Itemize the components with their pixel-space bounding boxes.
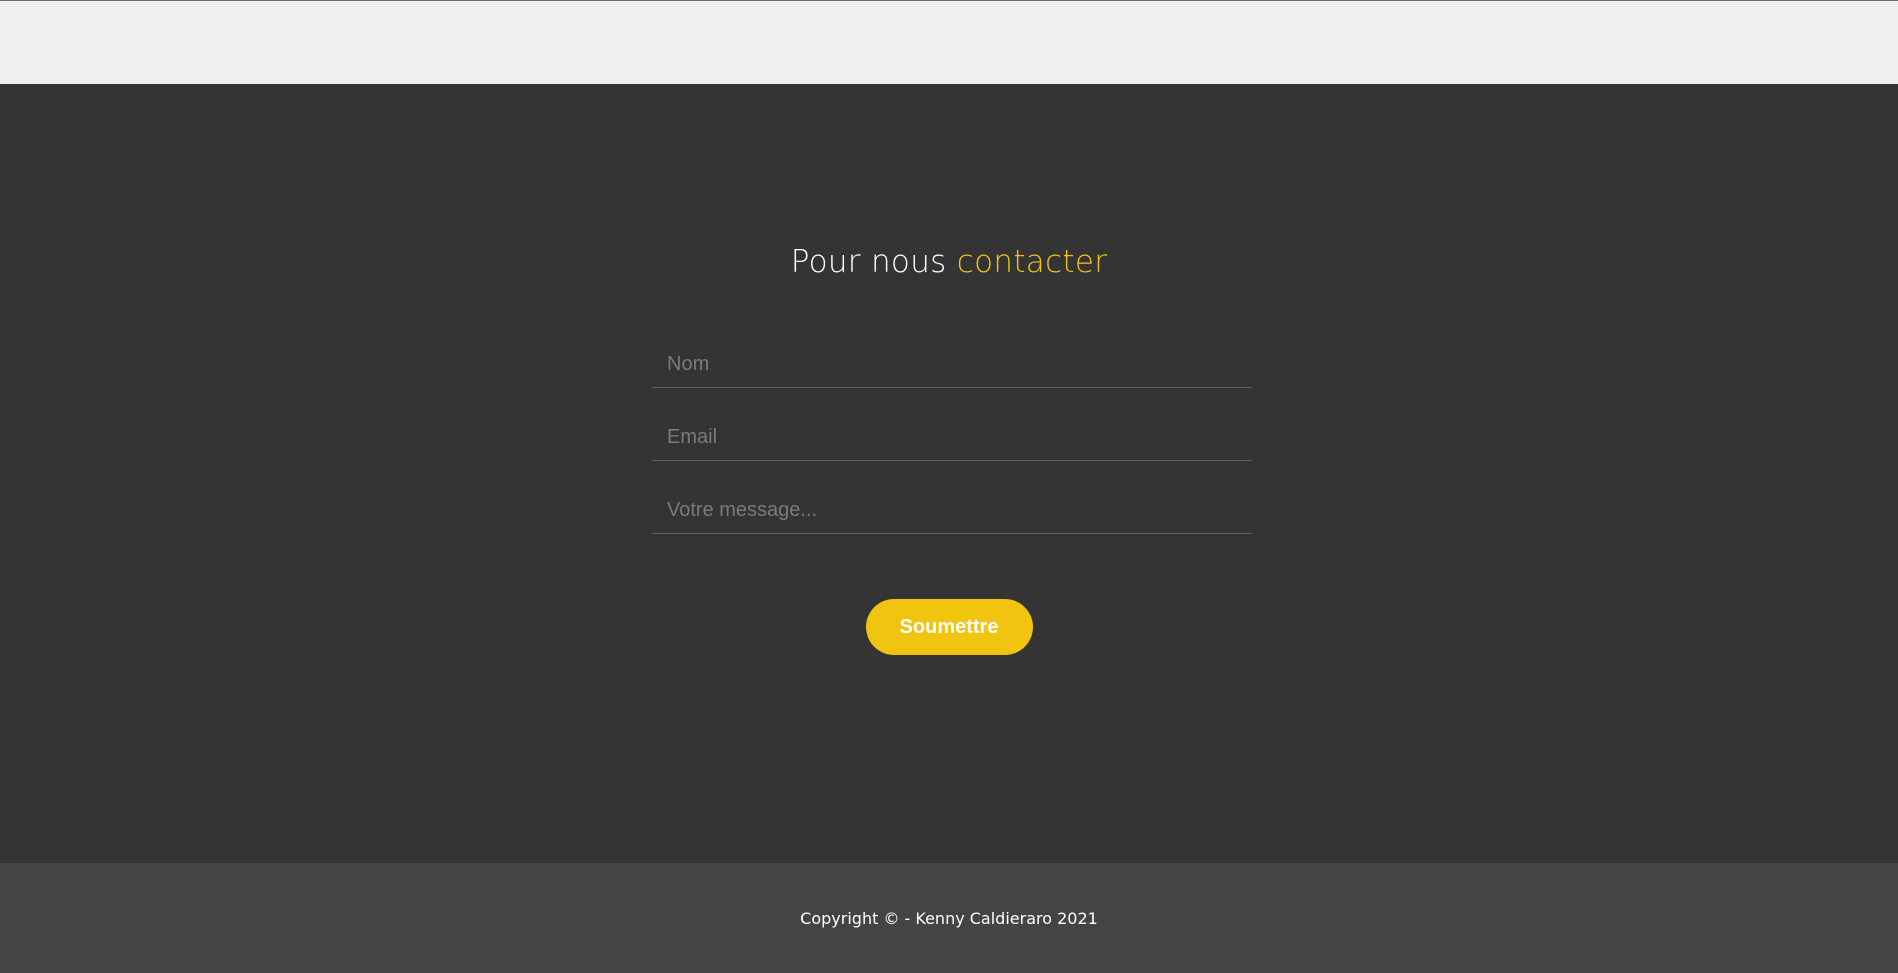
footer: Copyright © - Kenny Caldieraro 2021: [0, 863, 1898, 973]
email-input[interactable]: [652, 409, 1252, 461]
contact-title-accent: contacter: [956, 244, 1108, 280]
submit-button[interactable]: Soumettre: [865, 599, 1033, 655]
submit-container: Soumettre: [0, 599, 1898, 655]
contact-section: Pour nous contacter: [0, 84, 1898, 863]
footer-copyright: Copyright © - Kenny Caldieraro 2021: [800, 909, 1098, 928]
contact-form: [652, 336, 1252, 555]
message-input[interactable]: [652, 482, 1252, 534]
contact-title-prefix: Pour nous: [790, 244, 957, 280]
name-input[interactable]: [652, 336, 1252, 388]
top-nav-bar: [0, 0, 1898, 84]
contact-title: Pour nous contacter: [0, 244, 1898, 280]
